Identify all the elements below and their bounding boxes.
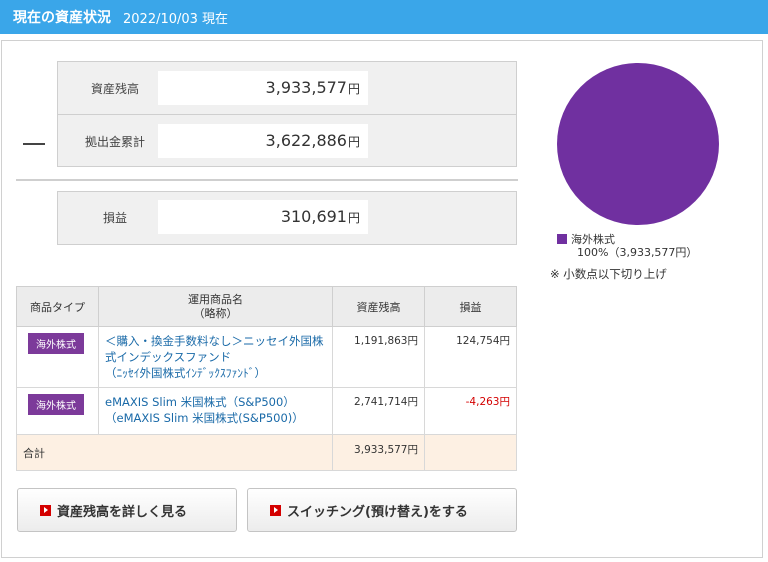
balance-value: 3,933,577円 — [158, 71, 368, 105]
contribution-label: 拠出金累計 — [84, 135, 145, 149]
switching-button[interactable]: スイッチング(預け替え)をする — [247, 488, 517, 532]
legend-swatch — [557, 234, 567, 244]
profit-value: 310,691円 — [158, 200, 368, 234]
as-of-date: 2022/10/03 現在 — [123, 11, 229, 27]
fund-name-link[interactable]: ＜購入・換金手数料なし＞ニッセイ外国株 式インデックスファンド （ﾆｯｾｲ外国株… — [98, 326, 333, 388]
rounding-note: ※ 小数点以下切り上げ — [550, 267, 667, 281]
col-type: 商品タイプ — [16, 286, 99, 327]
fund-name-line: eMAXIS Slim 米国株式（S&P500） — [105, 395, 295, 409]
pie-legend: 海外株式 100%（3,933,577円） — [557, 231, 697, 259]
row-profit: 124,754円 — [424, 326, 517, 388]
total-profit-empty — [424, 434, 517, 471]
asset-allocation-pie-chart — [557, 63, 719, 225]
type-badge: 海外株式 — [28, 394, 84, 415]
holdings-table: 商品タイプ 運用商品名 （略称） 資産残高 損益 海外株式 ＜購入・換金手数料な… — [16, 286, 517, 471]
fund-short-name: （eMAXIS Slim 米国株式(S&P500)） — [105, 411, 304, 425]
col-fund-name: 運用商品名 （略称） — [98, 286, 333, 327]
fund-name-link[interactable]: eMAXIS Slim 米国株式（S&P500） （eMAXIS Slim 米国… — [98, 387, 333, 435]
row-balance: 1,191,863円 — [332, 326, 425, 388]
table-row: 海外株式 eMAXIS Slim 米国株式（S&P500） （eMAXIS Sl… — [16, 387, 517, 435]
col-profit: 損益 — [424, 286, 517, 327]
table-header-row: 商品タイプ 運用商品名 （略称） 資産残高 損益 — [16, 286, 517, 327]
equals-rule — [16, 179, 518, 181]
button-label: スイッチング(預け替え)をする — [287, 504, 468, 520]
legend-detail: 100%（3,933,577円） — [577, 246, 698, 259]
fund-name-line: 式インデックスファンド — [105, 350, 232, 364]
fund-name-line: ＜購入・換金手数料なし＞ニッセイ外国株 — [105, 334, 324, 348]
view-balance-detail-button[interactable]: 資産残高を詳しく見る — [17, 488, 237, 532]
minus-sign — [23, 143, 45, 145]
balance-label: 資産残高 — [90, 82, 139, 96]
col-balance: 資産残高 — [332, 286, 425, 327]
total-label: 合計 — [16, 434, 333, 471]
button-label: 資産残高を詳しく見る — [57, 504, 188, 520]
total-balance: 3,933,577円 — [332, 434, 425, 471]
type-badge: 海外株式 — [28, 333, 84, 354]
pie-slice — [557, 63, 719, 225]
row-profit: -4,263円 — [424, 387, 517, 435]
arrow-right-icon — [270, 504, 281, 516]
profit-label: 損益 — [102, 211, 127, 225]
contribution-value: 3,622,886円 — [158, 124, 368, 158]
total-row: 合計 3,933,577円 — [16, 434, 517, 471]
summary-divider — [57, 114, 517, 115]
table-row: 海外株式 ＜購入・換金手数料なし＞ニッセイ外国株 式インデックスファンド （ﾆｯ… — [16, 326, 517, 388]
page-header: 現在の資産状況 2022/10/03 現在 — [0, 0, 768, 34]
fund-short-name: （ﾆｯｾｲ外国株式ｲﾝﾃﾞｯｸｽﾌｧﾝﾄﾞ） — [105, 366, 266, 380]
page-title: 現在の資産状況 — [13, 10, 111, 26]
row-balance: 2,741,714円 — [332, 387, 425, 435]
arrow-right-icon — [40, 504, 51, 516]
